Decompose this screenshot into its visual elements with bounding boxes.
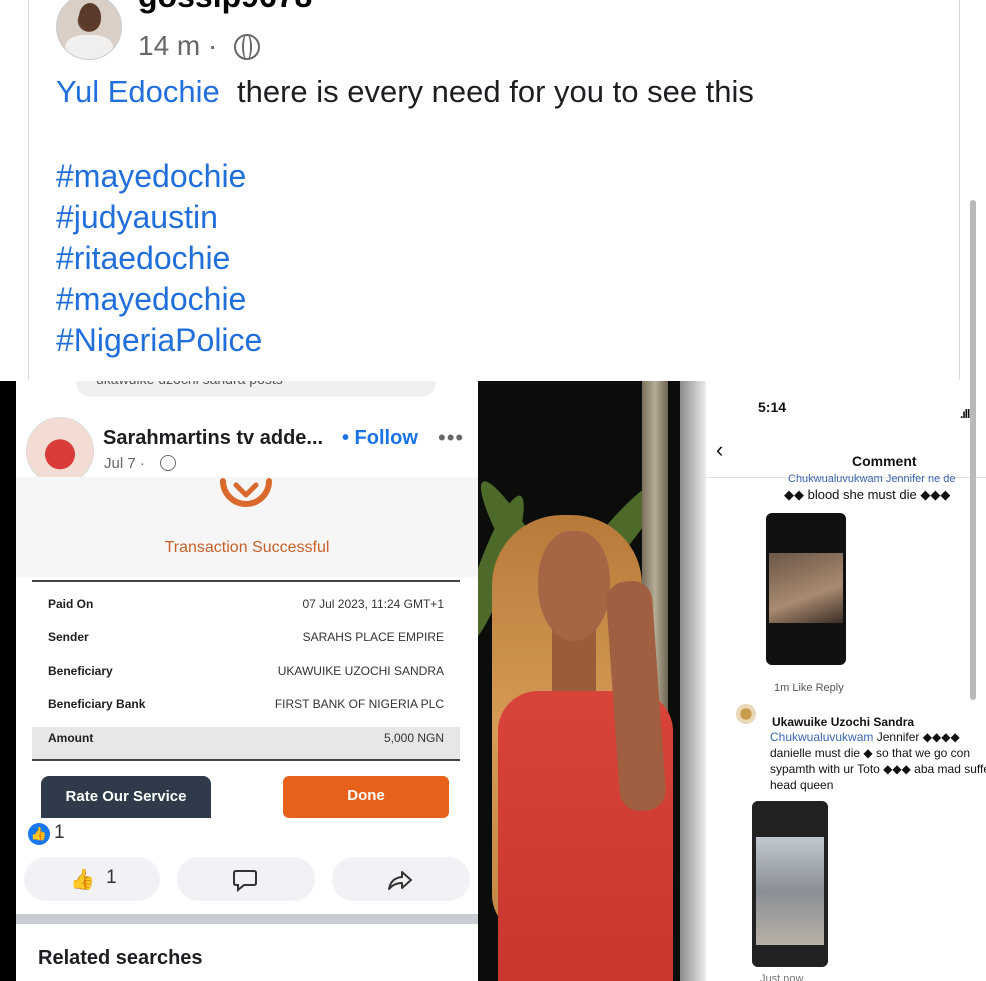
receipt-label: Paid On (48, 597, 94, 611)
comment-body: Chukwualuvukwam Jennifer ◆◆◆◆ danielle m… (770, 729, 986, 793)
comment-image-thumbnail (766, 513, 846, 665)
comment-icon (233, 870, 257, 892)
post-text: Yul Edochie there is every need for you … (56, 74, 754, 110)
hashtag-list: #mayedochie #judyaustin #ritaedochie #ma… (56, 156, 262, 361)
more-options-icon: ••• (438, 425, 465, 450)
signal-icon: .ıll (960, 407, 970, 421)
comment-button (177, 857, 315, 901)
comment-actions: 1m Like Reply (774, 682, 844, 694)
receipt-label: Sender (48, 630, 89, 644)
hashtag-link[interactable]: #mayedochie (56, 156, 262, 197)
receipt-value: 07 Jul 2023, 11:24 GMT+1 (302, 597, 444, 611)
hashtag-link[interactable]: #NigeriaPolice (56, 320, 262, 361)
globe-icon (234, 34, 260, 60)
hashtag-link[interactable]: #ritaedochie (56, 238, 262, 279)
commenter-name: Ukawuike Uzochi Sandra (772, 715, 915, 729)
screenshot-author-name: Sarahmartins tv adde... (103, 427, 324, 449)
comment-time: Just now (760, 973, 804, 981)
back-arrow-icon: ‹ (716, 437, 724, 462)
commenter-avatar (736, 704, 756, 724)
post-message: there is every need for you to see this (236, 74, 754, 109)
like-button-count: 1 (106, 867, 117, 888)
receipt-label: Beneficiary (48, 664, 113, 678)
receipt-value: FIRST BANK OF NIGERIA PLC (274, 697, 444, 711)
receipt-value: 5,000 NGN (383, 731, 444, 745)
thumbs-up-icon: 👍 (70, 869, 95, 891)
search-bar: ukawuike uzochi sandra posts (76, 381, 436, 397)
reaction-count: 1 (54, 822, 65, 843)
like-button: 👍 1 (24, 857, 160, 901)
receipt-value: SARAHS PLACE EMPIRE (302, 630, 444, 644)
like-reaction-icon: 👍 (28, 823, 50, 845)
section-divider (16, 914, 478, 924)
globe-icon (160, 455, 176, 471)
share-button (332, 857, 470, 901)
author-username[interactable]: gossip9678 (138, 0, 312, 15)
related-searches-heading: Related searches (38, 947, 203, 969)
follow-button: • Follow (342, 427, 418, 449)
comment-page-title: Comment (852, 453, 917, 469)
status-time: 5:14 (758, 399, 787, 415)
rate-service-button: Rate Our Service (41, 776, 211, 818)
comment-text: ◆◆ blood she must die ◆◆◆ (784, 487, 951, 502)
comment-screenshot: 5:14 .ıll ‹ Comment Chukwualuvukwam Jenn… (680, 381, 986, 981)
hashtag-link[interactable]: #judyaustin (56, 197, 262, 238)
hashtag-link[interactable]: #mayedochie (56, 279, 262, 320)
face (538, 531, 610, 641)
receipt-screenshot: ukawuike uzochi sandra posts Sarahmartin… (0, 381, 478, 981)
success-check-icon (220, 478, 272, 507)
partial-comment: Chukwualuvukwam Jennifer ne de (788, 473, 956, 485)
author-avatar[interactable] (56, 0, 122, 60)
screenshot-date: Jul 7 · (104, 455, 145, 472)
receipt-label: Amount (48, 731, 94, 745)
post-time[interactable]: 14 m · (138, 30, 217, 62)
done-button: Done (283, 776, 449, 818)
sarahmartins-avatar (26, 417, 94, 485)
share-icon (388, 871, 412, 890)
scrollbar[interactable] (970, 200, 976, 700)
receipt-value: UKAWUIKE UZOCHI SANDRA (277, 664, 444, 678)
receipt-label: Beneficiary Bank (48, 697, 146, 711)
comment-image-thumbnail (752, 801, 828, 967)
comment-mention: Chukwualuvukwam (770, 730, 874, 744)
divider (32, 580, 460, 582)
edge-shadow (680, 381, 708, 981)
woman-photo (478, 381, 680, 981)
transaction-status: Transaction Successful (164, 539, 330, 556)
mention-link[interactable]: Yul Edochie (56, 74, 220, 109)
